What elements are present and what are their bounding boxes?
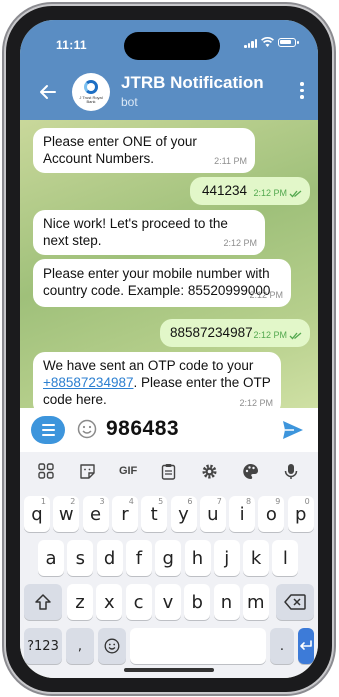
message-bubble-incoming: Please enter ONE of your Account Numbers… <box>33 128 255 173</box>
key-o[interactable]: o9 <box>258 496 285 532</box>
message-input[interactable]: 986483 <box>106 417 179 441</box>
back-arrow-icon[interactable] <box>38 82 58 102</box>
double-check-icon <box>289 332 302 339</box>
key-w[interactable]: w2 <box>53 496 80 532</box>
more-options-icon[interactable] <box>300 82 304 99</box>
key-x[interactable]: x <box>96 584 123 620</box>
message-time: 2:11 PM <box>214 156 247 166</box>
key-v[interactable]: v <box>154 584 181 620</box>
palette-icon[interactable] <box>236 459 266 483</box>
message-time: 2:12 PM <box>253 188 287 198</box>
message-list[interactable]: Please enter ONE of your Account Numbers… <box>20 120 318 415</box>
space-key[interactable] <box>130 628 266 664</box>
logo-text: J Trust Royal Bank <box>79 95 103 104</box>
key-n[interactable]: n <box>213 584 240 620</box>
key-d[interactable]: d <box>96 540 123 576</box>
menu-button[interactable] <box>31 416 65 444</box>
gear-icon[interactable] <box>195 459 225 483</box>
message-time: 2:12 PM <box>253 330 287 340</box>
send-icon[interactable] <box>282 420 304 440</box>
bank-logo-icon <box>84 80 98 94</box>
key-f[interactable]: f <box>125 540 152 576</box>
shift-key[interactable] <box>24 584 62 620</box>
double-check-icon <box>289 190 302 197</box>
key-t[interactable]: t5 <box>141 496 168 532</box>
key-u[interactable]: u7 <box>199 496 226 532</box>
gif-button[interactable]: GIF <box>113 459 143 483</box>
status-time: 11:11 <box>56 38 87 52</box>
symbols-key[interactable]: ?123 <box>24 628 62 664</box>
chat-title[interactable]: JTRB Notification <box>121 73 264 93</box>
message-text: Please enter ONE of your Account Numbers… <box>43 134 197 166</box>
message-text: We have sent an OTP code to your <box>43 358 254 373</box>
key-b[interactable]: b <box>184 584 211 620</box>
key-j[interactable]: j <box>213 540 240 576</box>
key-r[interactable]: r4 <box>111 496 138 532</box>
backspace-key[interactable] <box>276 584 314 620</box>
shift-icon <box>35 594 51 610</box>
sticker-icon[interactable] <box>72 459 102 483</box>
enter-icon <box>300 640 312 650</box>
screen: 11:11 J Trust Royal Bank JTRB Notificati… <box>20 20 318 678</box>
key-a[interactable]: a <box>38 540 64 576</box>
backspace-icon <box>284 594 306 610</box>
key-i[interactable]: i8 <box>229 496 256 532</box>
key-z[interactable]: z <box>67 584 93 620</box>
chat-subtitle: bot <box>121 95 138 109</box>
key-q[interactable]: q1 <box>24 496 50 532</box>
key-e[interactable]: e3 <box>82 496 109 532</box>
key-l[interactable]: l <box>272 540 299 576</box>
signal-icon <box>244 39 257 48</box>
emoji-icon <box>104 638 120 654</box>
grid-icon[interactable] <box>31 459 61 483</box>
key-g[interactable]: g <box>155 540 182 576</box>
key-y[interactable]: y6 <box>170 496 197 532</box>
message-bubble-outgoing: 441234 2:12 PM <box>190 177 310 205</box>
message-text: 88587234987 <box>170 325 253 340</box>
message-time: 2:12 PM <box>223 238 257 248</box>
bot-avatar[interactable]: J Trust Royal Bank <box>72 73 110 111</box>
key-p[interactable]: p0 <box>287 496 314 532</box>
message-composer: 986483 <box>20 408 318 452</box>
phone-frame: 11:11 J Trust Royal Bank JTRB Notificati… <box>6 6 332 692</box>
message-bubble-incoming: We have sent an OTP code to your +885872… <box>33 352 281 415</box>
key-k[interactable]: k <box>243 540 270 576</box>
message-text: Nice work! Let's proceed to the next ste… <box>43 216 228 248</box>
message-bubble-incoming: Nice work! Let's proceed to the next ste… <box>33 210 265 255</box>
emoji-key[interactable] <box>98 628 126 664</box>
key-c[interactable]: c <box>125 584 152 620</box>
phone-link[interactable]: +88587234987 <box>43 375 133 390</box>
comma-key[interactable]: , <box>66 628 94 664</box>
key-s[interactable]: s <box>67 540 94 576</box>
message-meta: 2:12 PM <box>253 327 302 344</box>
emoji-icon[interactable] <box>77 419 97 439</box>
period-key[interactable]: . <box>270 628 294 664</box>
message-text: Please enter your mobile number with cou… <box>43 266 271 298</box>
key-h[interactable]: h <box>184 540 211 576</box>
dynamic-island <box>124 32 220 60</box>
chat-header: J Trust Royal Bank JTRB Notification bot <box>20 64 318 120</box>
message-bubble-incoming: Please enter your mobile number with cou… <box>33 259 291 307</box>
message-time: 2:12 PM <box>249 290 283 300</box>
message-text: 441234 <box>202 183 248 198</box>
mic-icon[interactable] <box>276 459 306 483</box>
keyboard: GIF q1w2e3r4t5y6u7i8o9p0 asdfghjkl zxcvbnm… <box>20 452 318 678</box>
status-bar: 11:11 <box>20 20 318 64</box>
wifi-icon <box>261 37 274 47</box>
clipboard-icon[interactable] <box>154 459 184 483</box>
message-bubble-outgoing: 88587234987 2:12 PM <box>160 319 310 347</box>
key-m[interactable]: m <box>242 584 269 620</box>
message-meta: 2:12 PM <box>253 185 302 202</box>
home-indicator <box>124 668 214 672</box>
battery-icon <box>278 38 299 47</box>
keyboard-toolbar: GIF <box>20 452 318 490</box>
enter-key[interactable] <box>298 628 314 664</box>
